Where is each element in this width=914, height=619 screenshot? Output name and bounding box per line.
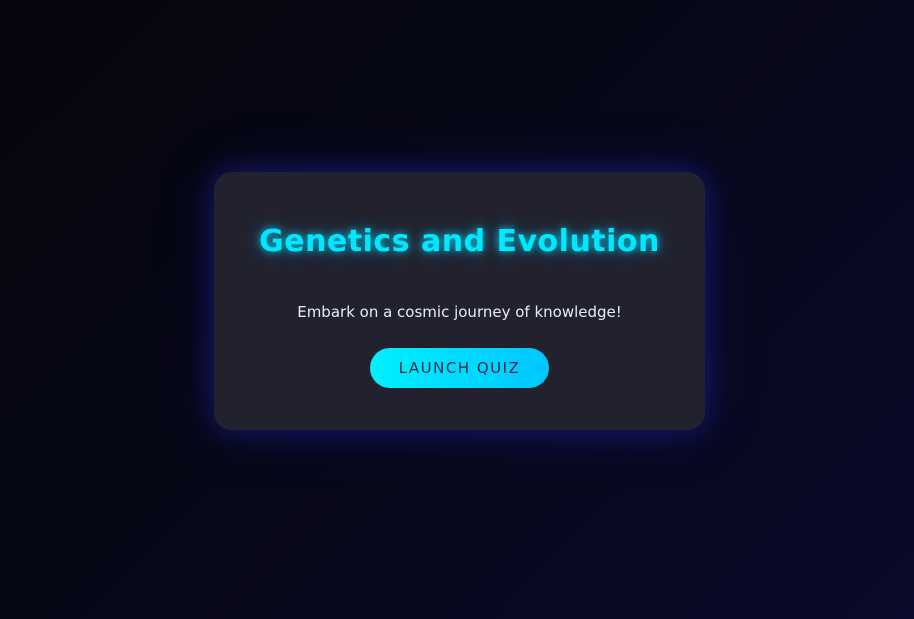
quiz-intro-card: Genetics and Evolution Embark on a cosmi…: [214, 172, 705, 430]
launch-quiz-button[interactable]: LAUNCH QUIZ: [370, 348, 549, 388]
quiz-subtitle: Embark on a cosmic journey of knowledge!: [297, 303, 622, 321]
quiz-title: Genetics and Evolution: [259, 224, 660, 259]
